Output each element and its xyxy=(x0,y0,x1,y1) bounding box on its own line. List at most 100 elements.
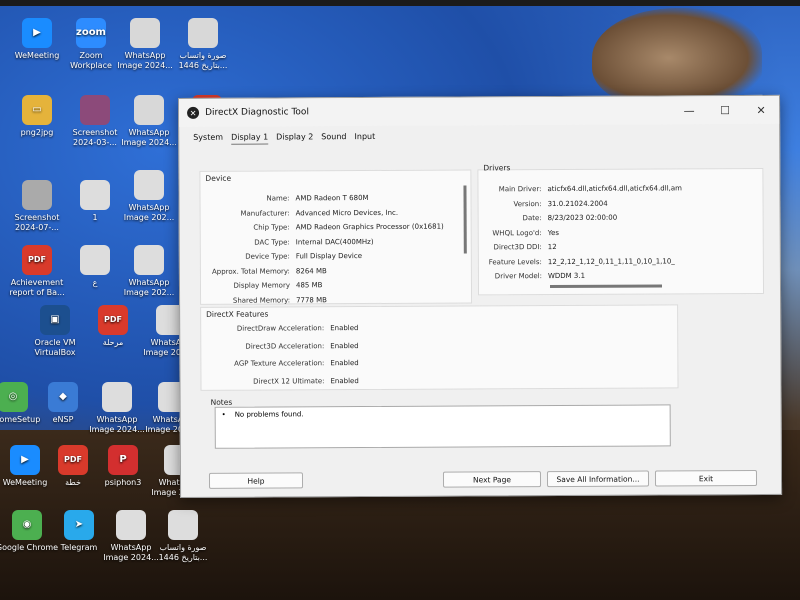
device-row: Device Type: Full Display Device xyxy=(190,252,362,261)
device-row-label: Name: xyxy=(266,194,290,203)
tab-bar: System Display 1 Display 2 Sound Input xyxy=(179,124,779,147)
desktop-icon-label: Oracle VM VirtualBox xyxy=(34,338,76,357)
desktop-icon[interactable]: WhatsApp Image 2024... xyxy=(116,95,182,148)
drivers-row-value: 31.0.21024.2004 xyxy=(547,199,608,208)
drivers-row: Driver Model: WDDM 3.1 xyxy=(470,272,585,281)
desktop-icon-label: ChromeSetup xyxy=(0,415,41,424)
next-page-button[interactable]: Next Page xyxy=(442,471,542,488)
pdf-icon: PDF xyxy=(58,445,88,475)
file-icon xyxy=(80,245,110,275)
device-row: Manufacturer: Advanced Micro Devices, Inc… xyxy=(190,208,399,218)
help-button[interactable]: Help xyxy=(208,472,304,489)
close-button[interactable]: ✕ xyxy=(743,103,779,116)
wemeeting-icon: ▶ xyxy=(10,445,40,475)
window-title: DirectX Diagnostic Tool xyxy=(205,107,309,118)
features-row: Direct3D Acceleration: Enabled xyxy=(200,342,358,351)
device-row-label: Chip Type: xyxy=(253,223,290,232)
maximize-button[interactable]: ☐ xyxy=(707,104,743,117)
device-row-label: Approx. Total Memory: xyxy=(211,266,290,276)
drivers-row: Direct3D DDI: 12 xyxy=(470,243,557,251)
image-thumbnail-icon xyxy=(80,95,110,125)
image-thumbnail-icon xyxy=(130,18,160,48)
features-row-label: DirectDraw Acceleration: xyxy=(236,324,325,333)
drivers-row: Date: 8/23/2023 02:00:00 xyxy=(470,214,618,223)
wemeeting-icon: ▶ xyxy=(22,18,52,48)
features-row-value: Enabled xyxy=(330,341,359,350)
drivers-row-value: Yes xyxy=(547,228,560,237)
features-row: DirectX 12 Ultimate: Enabled xyxy=(200,376,359,386)
drivers-row-value: 12 xyxy=(547,243,557,252)
desktop-icon[interactable]: WhatsApp Image 202... xyxy=(116,245,182,298)
device-row-label: Manufacturer: xyxy=(240,208,290,218)
dxdiag-window: ✕ DirectX Diagnostic Tool — ☐ ✕ System D… xyxy=(178,94,783,498)
notes-item: • No problems found. xyxy=(221,410,304,419)
exit-button[interactable]: Exit xyxy=(654,469,758,487)
drivers-title: Drivers xyxy=(483,163,511,173)
tab-display-1[interactable]: Display 1 xyxy=(231,130,269,145)
device-row: Display Memory 485 MB xyxy=(190,281,322,290)
drivers-row-label: Driver Model: xyxy=(494,272,542,281)
folder-icon: ▭ xyxy=(22,95,52,125)
chrome-icon: ◉ xyxy=(12,510,42,540)
features-row-label: AGP Texture Acceleration: xyxy=(234,359,325,368)
drivers-row: Main Driver: aticfx64.dll,aticfx64.dll,at… xyxy=(469,184,682,193)
desktop-icon[interactable]: ◎ ChromeSetup xyxy=(0,382,46,425)
device-scrollbar[interactable] xyxy=(463,185,467,254)
desktop-icon-label: مرحلة xyxy=(102,338,124,347)
notes-box[interactable]: • No problems found. xyxy=(214,404,671,449)
image-thumbnail-icon xyxy=(188,18,218,48)
image-thumbnail-icon xyxy=(116,510,146,540)
desktop-icon[interactable]: ▣ Oracle VM VirtualBox xyxy=(22,305,88,358)
drivers-row-label: Version: xyxy=(513,199,542,208)
device-row-label: DAC Type: xyxy=(254,237,290,247)
image-thumbnail-icon xyxy=(134,95,164,125)
device-row-value: 8264 MB xyxy=(295,266,327,275)
features-row-label: DirectX 12 Ultimate: xyxy=(253,376,325,386)
notes-item-text: No problems found. xyxy=(234,410,304,419)
drivers-row-label: WHQL Logo'd: xyxy=(492,228,542,237)
desktop-icon-label: Screenshot 2024-07-... xyxy=(14,213,60,232)
file-icon xyxy=(80,180,110,210)
notes-title: Notes xyxy=(210,397,233,407)
device-row-value: Advanced Micro Devices, Inc. xyxy=(295,208,399,217)
desktop-icon[interactable]: WhatsApp Image 2024... xyxy=(112,18,178,71)
desktop-icon[interactable]: صورة واتساب بتاريخ 1446... xyxy=(150,510,216,563)
tab-input[interactable]: Input xyxy=(354,130,375,144)
drivers-row-value: 8/23/2023 02:00:00 xyxy=(547,213,618,223)
desktop-icon[interactable]: PDF Achievement report of Ba... xyxy=(4,245,70,298)
drivers-row-value: 12_2,12_1,12_0,11_1,11_0,10_1,10_ xyxy=(547,256,675,266)
desktop-icon[interactable]: WhatsApp Image 202... xyxy=(116,170,182,223)
drivers-row-label: Main Driver: xyxy=(498,185,542,194)
device-row-label: Device Type: xyxy=(245,252,290,261)
desktop-icon[interactable]: ▭ png2jpg xyxy=(4,95,70,138)
save-all-information-button[interactable]: Save All Information... xyxy=(546,470,650,488)
drivers-row-value: WDDM 3.1 xyxy=(547,271,586,281)
tab-system[interactable]: System xyxy=(193,131,223,145)
minimize-button[interactable]: — xyxy=(671,104,707,117)
device-row-value: 7778 MB xyxy=(296,295,327,304)
tab-display-2[interactable]: Display 2 xyxy=(276,130,313,144)
device-row: Shared Memory: 7778 MB xyxy=(190,296,327,305)
desktop-icon[interactable]: صورة واتساب بتاريخ 1446... xyxy=(170,18,236,71)
desktop-icon[interactable]: Screenshot 2024-07-... xyxy=(4,180,70,233)
directx-icon: ✕ xyxy=(187,106,200,119)
desktop-icon-label: WhatsApp Image 2024... xyxy=(121,128,177,147)
desktop-icon-label: صورة واتساب بتاريخ 1446... xyxy=(178,51,228,70)
device-row-value: AMD Radeon Graphics Processor (0x1681) xyxy=(295,222,444,232)
pdf-icon: PDF xyxy=(98,305,128,335)
features-row-value: Enabled xyxy=(330,376,359,385)
device-row: Approx. Total Memory: 8264 MB xyxy=(190,267,327,276)
telegram-icon: ➤ xyxy=(64,510,94,540)
image-thumbnail-icon xyxy=(102,382,132,412)
features-title: DirectX Features xyxy=(206,309,269,319)
window-titlebar[interactable]: ✕ DirectX Diagnostic Tool — ☐ ✕ xyxy=(179,95,780,127)
device-row-label: Shared Memory: xyxy=(232,295,291,305)
tab-sound[interactable]: Sound xyxy=(321,130,346,144)
ensp-icon: ◆ xyxy=(48,382,78,412)
desktop-icon-label: png2jpg xyxy=(20,128,54,137)
drivers-hscrollbar[interactable] xyxy=(549,284,662,289)
desktop-icon[interactable]: PDF مرحلة xyxy=(80,305,146,348)
desktop-icon-label: WhatsApp Image 202... xyxy=(123,278,175,297)
device-row-value: 485 MB xyxy=(295,281,323,290)
drivers-row-label: Direct3D DDI: xyxy=(493,243,542,252)
